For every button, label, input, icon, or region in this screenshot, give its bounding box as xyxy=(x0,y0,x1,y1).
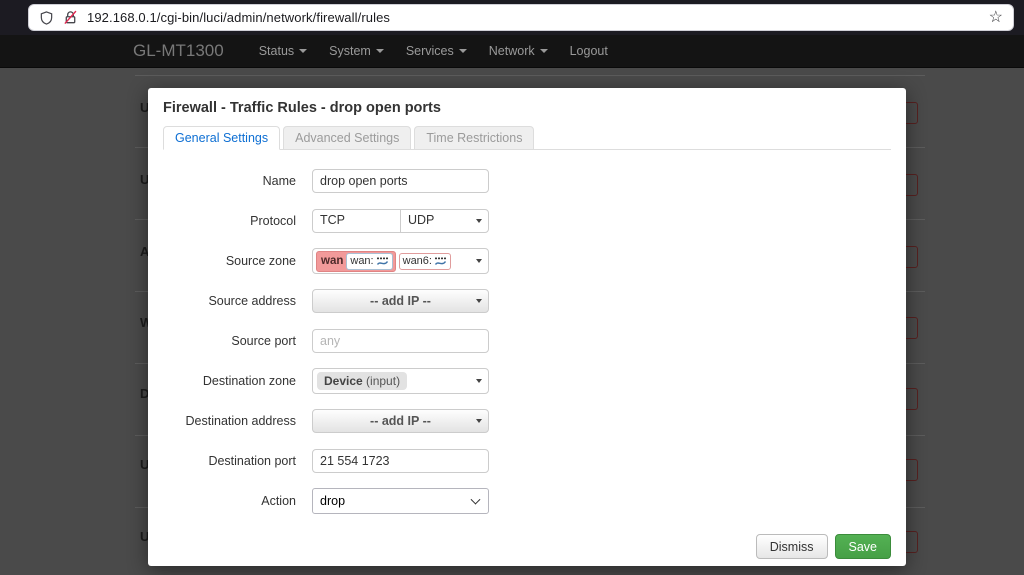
source-port-input[interactable] xyxy=(312,329,489,353)
network-chip-wan: wan: xyxy=(346,252,393,270)
interface-icon xyxy=(434,256,447,265)
shield-icon[interactable] xyxy=(39,10,54,26)
nav-menu: Status System Services Network Logout xyxy=(248,44,619,58)
insecure-lock-icon[interactable] xyxy=(63,10,78,25)
protocol-selected-udp: UDP xyxy=(408,213,435,227)
caret-down-icon xyxy=(299,49,308,53)
nav-item-logout[interactable]: Logout xyxy=(559,44,619,58)
name-input[interactable] xyxy=(312,169,489,193)
tab-advanced-settings[interactable]: Advanced Settings xyxy=(283,126,412,150)
destination-port-label: Destination port xyxy=(208,454,296,468)
name-label: Name xyxy=(262,174,296,188)
chevron-down-icon xyxy=(470,494,481,505)
save-button[interactable]: Save xyxy=(834,534,891,559)
field-row-protocol: Protocol TCP UDP xyxy=(163,208,891,234)
caret-down-icon xyxy=(476,219,482,223)
caret-down-icon xyxy=(539,49,548,53)
nav-item-services[interactable]: Services xyxy=(395,44,478,58)
protocol-selected-tcp: TCP xyxy=(313,210,401,232)
destination-address-dropdown[interactable]: -- add IP -- xyxy=(312,409,489,433)
source-address-label: Source address xyxy=(208,294,296,308)
tab-bar: General Settings Advanced Settings Time … xyxy=(163,126,891,150)
field-row-action: Action drop xyxy=(163,488,891,514)
protocol-dropdown[interactable]: TCP UDP xyxy=(312,209,489,233)
browser-chrome: 192.168.0.1/cgi-bin/luci/admin/network/f… xyxy=(0,0,1024,35)
app-navbar: GL-MT1300 Status System Services Network… xyxy=(0,35,1024,68)
caret-down-icon xyxy=(476,299,482,303)
action-select[interactable]: drop xyxy=(312,488,489,514)
interface-icon xyxy=(376,256,388,265)
caret-down-icon xyxy=(476,379,482,383)
action-label: Action xyxy=(261,494,296,508)
modal-button-row: Dismiss Save xyxy=(163,534,891,559)
zone-badge-wan: wan wan: xyxy=(316,250,396,272)
bookmark-star-icon[interactable]: ☆ xyxy=(989,9,1003,26)
nav-item-system[interactable]: System xyxy=(318,44,395,58)
source-zone-dropdown[interactable]: wan wan: wan6: xyxy=(312,248,489,274)
field-row-source-port: Source port xyxy=(163,328,891,354)
field-row-name: Name xyxy=(163,168,891,194)
field-row-destination-zone: Destination zone Device (input) xyxy=(163,368,891,394)
field-row-destination-address: Destination address -- add IP -- xyxy=(163,408,891,434)
caret-down-icon xyxy=(458,49,467,53)
caret-down-icon xyxy=(476,259,482,263)
destination-address-label: Destination address xyxy=(185,414,296,428)
zone-badge-device: Device (input) xyxy=(317,372,408,390)
modal-title: Firewall - Traffic Rules - drop open por… xyxy=(163,100,441,116)
protocol-label: Protocol xyxy=(250,214,296,228)
brand-title[interactable]: GL-MT1300 xyxy=(133,41,224,61)
network-chip-wan6: wan6: xyxy=(398,252,451,270)
tab-general-settings[interactable]: General Settings xyxy=(163,126,281,150)
url-text[interactable]: 192.168.0.1/cgi-bin/luci/admin/network/f… xyxy=(87,10,989,25)
nav-item-network[interactable]: Network xyxy=(478,44,559,58)
source-port-label: Source port xyxy=(231,334,296,348)
dismiss-button[interactable]: Dismiss xyxy=(755,534,828,559)
tab-time-restrictions[interactable]: Time Restrictions xyxy=(414,126,535,150)
caret-down-icon xyxy=(375,49,384,53)
caret-down-icon xyxy=(476,419,482,423)
destination-port-input[interactable] xyxy=(312,449,489,473)
destination-zone-label: Destination zone xyxy=(202,374,296,388)
rule-form: Name Protocol TCP UDP Source zone xyxy=(163,168,891,514)
destination-zone-dropdown[interactable]: Device (input) xyxy=(312,368,489,394)
source-address-dropdown[interactable]: -- add IP -- xyxy=(312,289,489,313)
field-row-destination-port: Destination port xyxy=(163,448,891,474)
field-row-source-address: Source address -- add IP -- xyxy=(163,288,891,314)
address-bar[interactable]: 192.168.0.1/cgi-bin/luci/admin/network/f… xyxy=(28,4,1014,31)
nav-item-status[interactable]: Status xyxy=(248,44,318,58)
source-zone-label: Source zone xyxy=(225,254,296,268)
field-row-source-zone: Source zone wan wan: wan6: xyxy=(163,248,891,274)
dimmed-page-background: U U A W D U U Firewall - Traffic Rules -… xyxy=(0,68,1024,575)
traffic-rule-modal: Firewall - Traffic Rules - drop open por… xyxy=(148,88,906,566)
